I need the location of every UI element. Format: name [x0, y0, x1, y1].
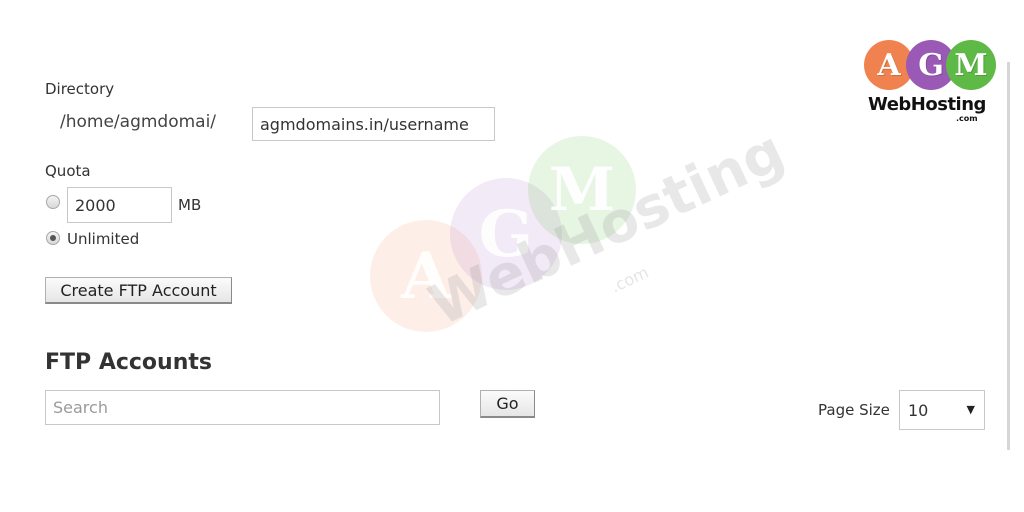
quota-limited-radio[interactable]	[46, 195, 60, 209]
directory-input-value: agmdomains.in/username	[260, 114, 469, 134]
watermark: A G M WebHosting .com	[360, 118, 794, 390]
watermark-letter-g: G	[478, 196, 534, 272]
create-ftp-account-button[interactable]: Create FTP Account	[45, 277, 232, 304]
directory-input[interactable]: agmdomains.in/username	[252, 107, 495, 141]
watermark-suffix: .com	[607, 262, 652, 297]
logo-circle-m: M	[946, 40, 996, 90]
directory-prefix: /home/agmdomai/	[60, 112, 217, 132]
watermark-circle-m: M	[528, 136, 636, 244]
scrollbar[interactable]	[1007, 62, 1010, 450]
page-size-label: Page Size	[818, 401, 890, 419]
watermark-text: WebHosting	[420, 118, 795, 339]
ftp-accounts-page: A G M WebHosting .com Directory /home/ag…	[0, 0, 1024, 512]
ftp-accounts-heading: FTP Accounts	[45, 350, 212, 375]
go-button[interactable]: Go	[480, 390, 535, 418]
quota-label: Quota	[45, 162, 91, 180]
quota-unlimited-label[interactable]: Unlimited	[67, 230, 139, 248]
chevron-down-icon: ▼	[966, 403, 975, 416]
search-input[interactable]: Search	[45, 390, 440, 425]
quota-unit-label: MB	[178, 196, 202, 214]
watermark-circle-a: A	[370, 220, 482, 332]
page-size-value: 10	[908, 400, 929, 420]
watermark-letter-m: M	[548, 155, 616, 225]
logo-suffix: .com	[956, 114, 978, 123]
logo-letter-a: A	[877, 47, 901, 83]
quota-mb-value: 2000	[75, 195, 116, 215]
watermark-circle-g: G	[450, 178, 562, 290]
quota-unlimited-radio[interactable]	[46, 231, 60, 245]
page-size-select[interactable]: 10 ▼	[899, 390, 985, 430]
directory-label: Directory	[45, 80, 115, 98]
logo: A G M WebHosting .com	[864, 40, 996, 124]
watermark-letter-a: A	[401, 238, 451, 314]
quota-mb-input[interactable]: 2000	[67, 187, 172, 223]
logo-letter-g: G	[918, 47, 944, 83]
logo-text: WebHosting	[868, 94, 986, 115]
logo-letter-m: M	[954, 47, 988, 83]
search-placeholder: Search	[53, 398, 108, 417]
